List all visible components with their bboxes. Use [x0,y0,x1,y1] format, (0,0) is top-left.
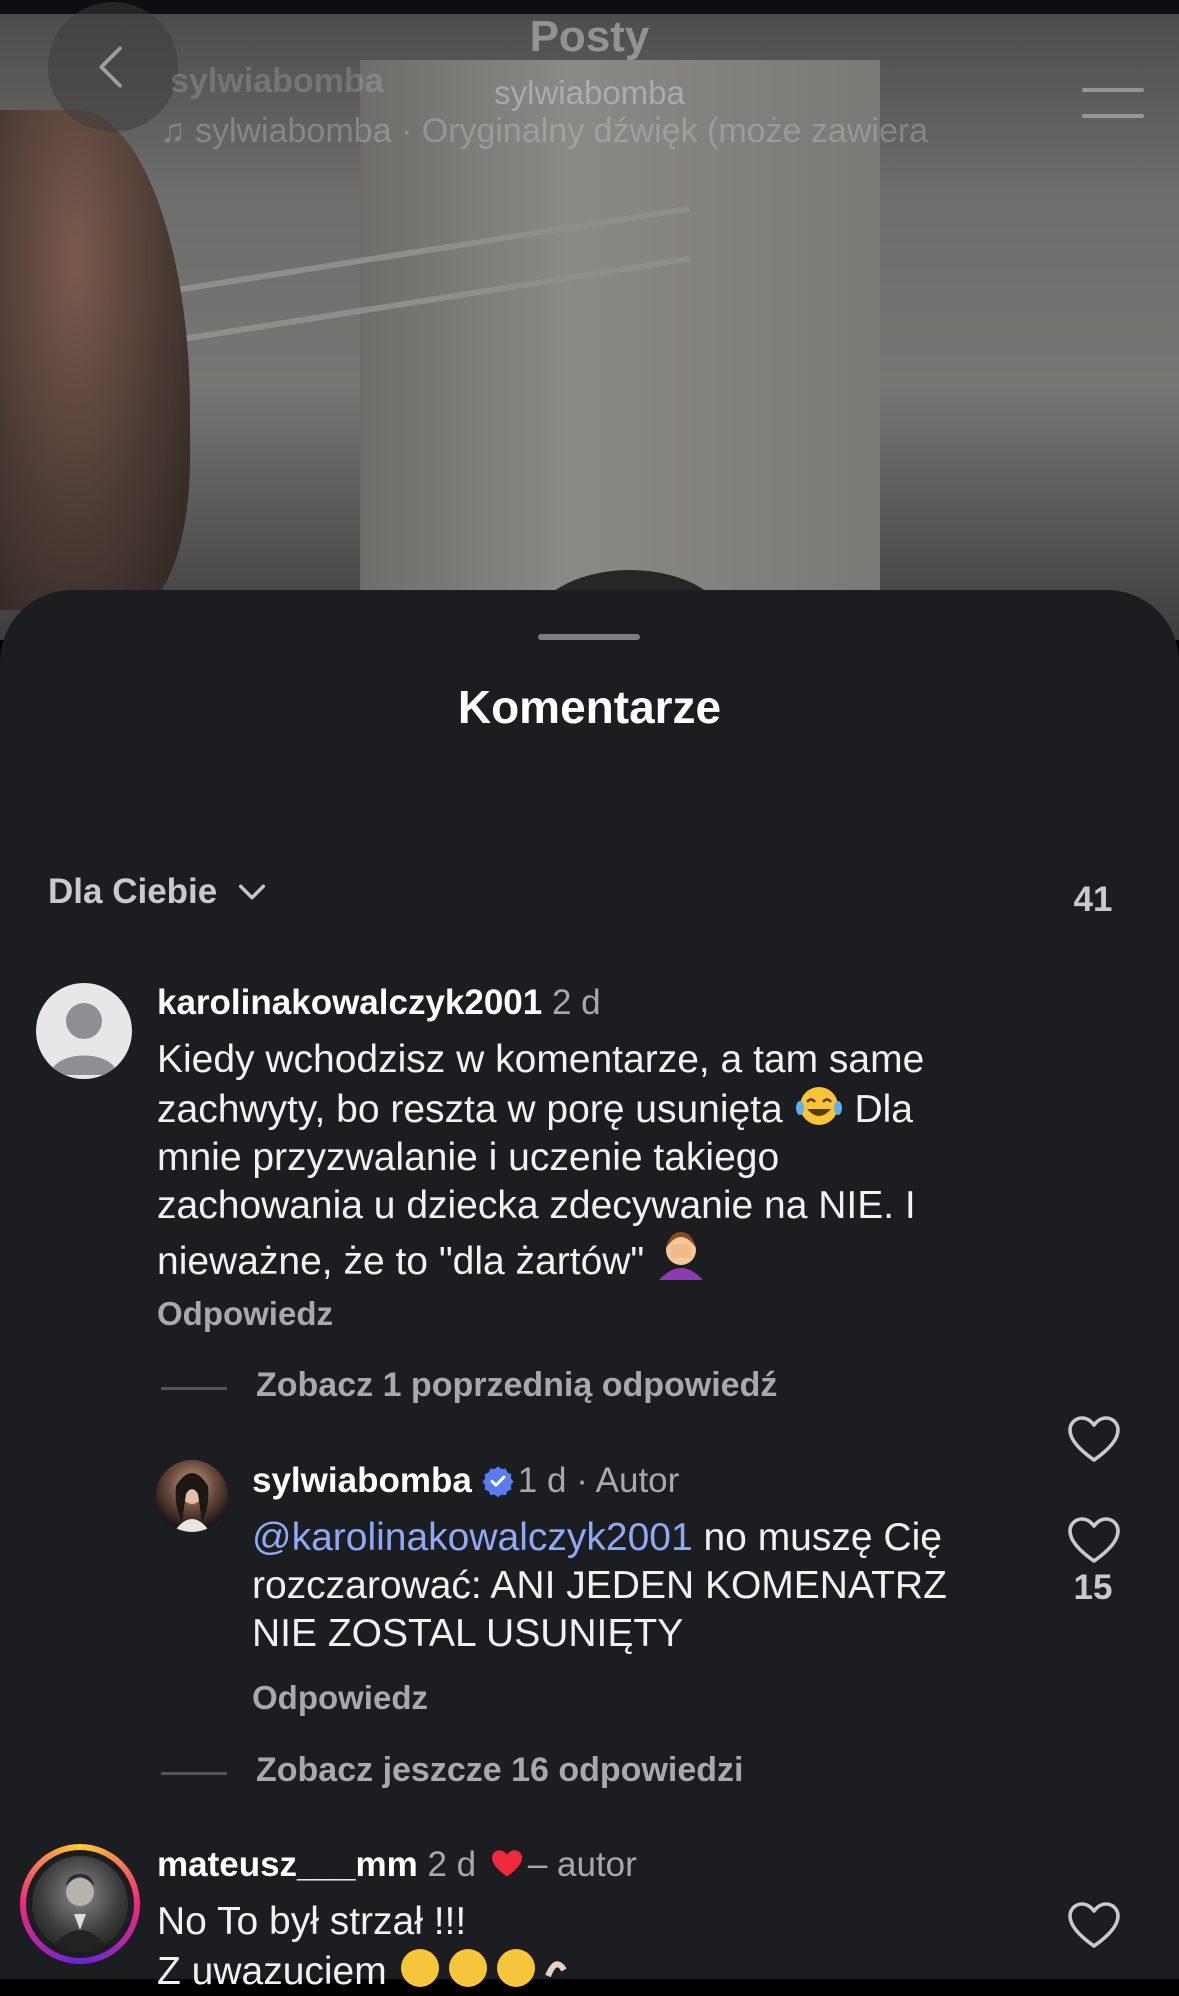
author-tag: · Autor [576,1461,680,1500]
comment-text: Kiedy wchodzisz w komentarze, a tam same… [157,1036,1037,1286]
author-liked-tag: – autor [527,1845,637,1884]
thread-divider [161,1387,227,1390]
chevron-down-icon [239,884,266,900]
avatar[interactable] [156,1460,228,1532]
comment-username[interactable]: mateusz___mm 2 d – autor [157,1845,637,1885]
reply-button[interactable]: Odpowiedz [157,1295,333,1333]
view-replies-button[interactable]: Zobacz 1 poprzednią odpowiedź [256,1366,777,1405]
comment-line: nieważne, że to "dla żartów" [157,1230,1037,1286]
comment-text: No To był strzał !!! Z uwazuciem [157,1898,1037,1996]
verified-badge-icon [482,1466,514,1497]
page-subtitle: sylwiabomba [494,74,685,111]
avatar [32,1856,128,1952]
profile-photo-icon [48,1874,112,1952]
heart-icon[interactable] [1068,1416,1120,1464]
comment-line: @karolinakowalczyk2001 no muszę Cię [252,1514,1052,1562]
heart-icon[interactable] [1068,1902,1120,1950]
red-heart-icon [491,1850,522,1877]
comment-line: zachowania u dziecka zdecywanie na NIE. … [157,1184,916,1227]
comment-username[interactable]: karolinakowalczyk2001 2 d [157,983,601,1023]
mention-link[interactable]: @karolinakowalczyk2001 [252,1516,693,1559]
comment-line: zachwyty, bo reszta w porę usunięta Dla [157,1084,1037,1134]
comment-line-text: no muszę Cię [703,1516,942,1559]
comment-line: NIE ZOSTAL USUNIĘTY [252,1612,684,1655]
default-avatar-icon [50,1003,118,1075]
sort-label: Dla Ciebie [48,872,218,911]
username-link[interactable]: karolinakowalczyk2001 [157,983,542,1022]
comment-time: 2 d [427,1845,477,1884]
page-title: Posty [529,12,650,61]
like-count: 41 [1073,880,1113,919]
comment-time: 1 d [517,1461,567,1500]
comment-line: No To był strzał !!! [157,1900,467,1943]
comment-line-text: nieważne, że to "dla żartów" [157,1240,645,1283]
audio-line[interactable]: ♫ sylwiabomba · Oryginalny dźwięk (może … [160,112,928,151]
username-link[interactable]: mateusz___mm [157,1845,418,1884]
comment-text: @karolinakowalczyk2001 no muszę Cię rozc… [252,1514,1052,1658]
avatar-story-ring[interactable] [20,1844,140,1964]
view-replies-button[interactable]: Zobacz jeszcze 16 odpowiedzi [256,1751,743,1790]
profile-photo-icon [174,1473,210,1532]
comment-username[interactable]: sylwiabomba 1 d · Autor [252,1461,679,1501]
comment-line: Kiedy wchodzisz w komentarze, a tam same [157,1038,925,1081]
reply-button[interactable]: Odpowiedz [252,1679,428,1717]
avatar[interactable] [36,983,132,1079]
heart-icon[interactable] [1068,1517,1120,1565]
smiling-emoji-icons [400,1949,567,1987]
comment-line: mnie przyzwalanie i uczenie takiego [157,1136,780,1179]
menu-icon[interactable] [1082,88,1144,140]
username-link[interactable]: sylwiabomba [252,1461,472,1500]
sheet-title: Komentarze [457,681,722,733]
comment-line-text: Z uwazuciem [157,1950,387,1993]
comments-sheet: Komentarze Dla Ciebie karolinakowalczyk2… [0,590,1179,1993]
comment-line-text: zachwyty, bo reszta w porę usunięta [157,1088,783,1131]
sheet-drag-handle[interactable] [538,634,640,640]
like-count: 15 [1073,1568,1113,1607]
comment-line: rozczarować: ANI JEDEN KOMENATRZ [252,1564,947,1607]
comment-time: 2 d [551,983,601,1022]
comment-line: Z uwazuciem [157,1946,1037,1996]
thread-divider [161,1772,227,1775]
laughing-emoji-icon [795,1087,842,1125]
background-arm [0,110,190,610]
sort-dropdown[interactable]: Dla Ciebie [48,872,269,912]
facepalm-emoji-icon [659,1232,704,1280]
comment-line-text: Dla [854,1088,913,1131]
